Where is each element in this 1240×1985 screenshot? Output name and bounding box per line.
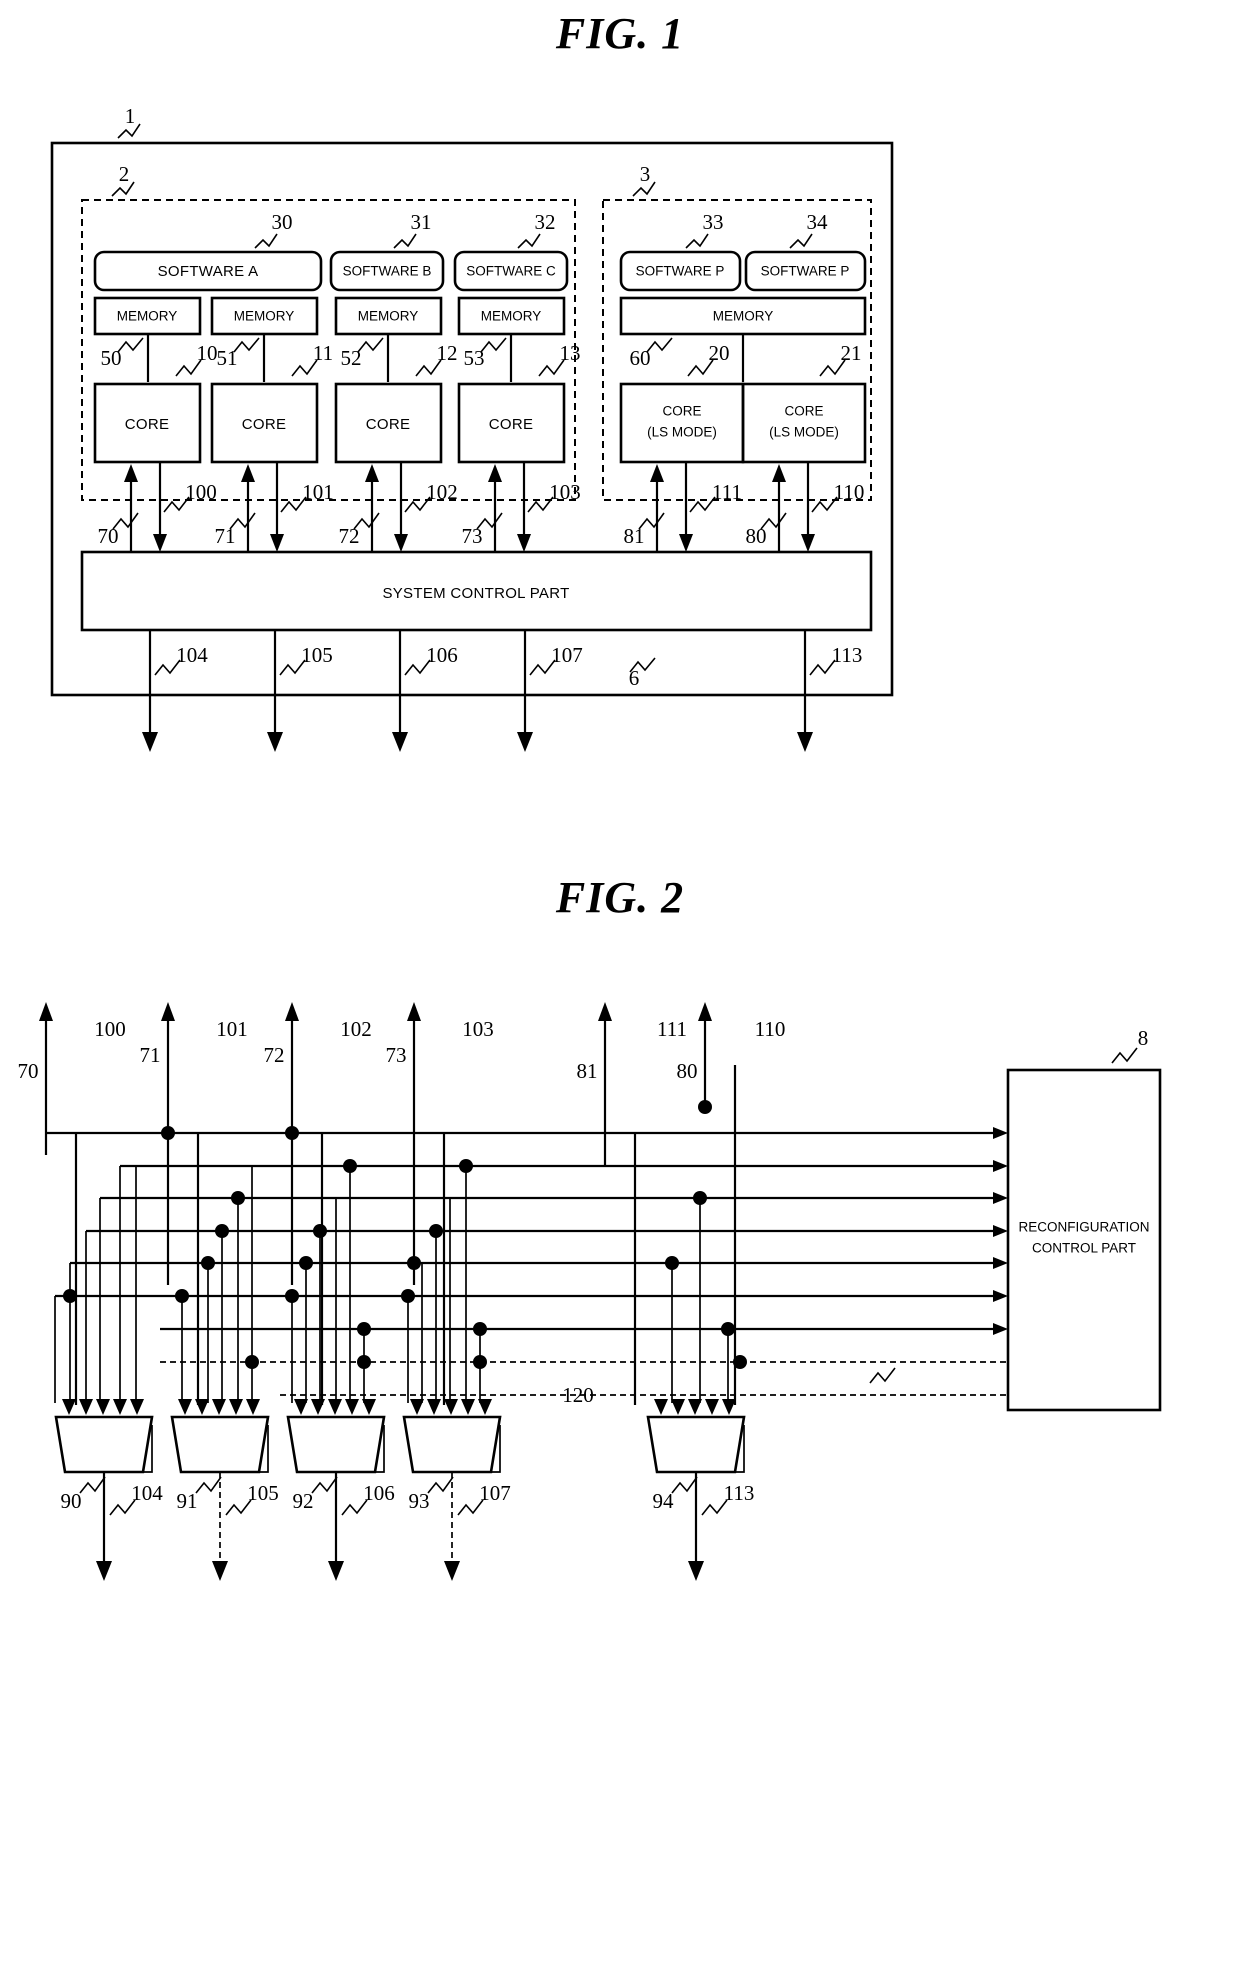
ref-20: 20: [709, 341, 730, 365]
memory-51-label: MEMORY: [234, 309, 295, 324]
core-12-label: CORE: [366, 416, 411, 433]
core-20-label: CORE: [662, 404, 701, 419]
ref-120: 120: [562, 1383, 594, 1407]
fig2-ref-72: 72: [264, 1043, 285, 1067]
core-21-label: CORE: [784, 404, 823, 419]
ref-70: 70: [98, 524, 119, 548]
fig2-ref-105: 105: [247, 1481, 279, 1505]
ref-106: 106: [426, 643, 458, 667]
ref-101: 101: [302, 480, 334, 504]
core-20-box: [619, 382, 745, 464]
software-a-label: SOFTWARE A: [158, 263, 259, 280]
ref-51: 51: [217, 346, 238, 370]
fig2-ref-104: 104: [131, 1481, 163, 1505]
fig2-ref-106: 106: [363, 1481, 395, 1505]
ref-32: 32: [535, 210, 556, 234]
ref-52: 52: [341, 346, 362, 370]
ref-2: 2: [119, 162, 130, 186]
fig2-ref-73: 73: [386, 1043, 407, 1067]
software-b-label: SOFTWARE B: [343, 264, 432, 279]
fig2-ref-100: 100: [94, 1017, 126, 1041]
core-13-label: CORE: [489, 416, 534, 433]
ref-107: 107: [551, 643, 583, 667]
chip-boundary: [50, 141, 894, 697]
ref-110: 110: [834, 480, 865, 504]
ref-8: 8: [1138, 1026, 1149, 1050]
fig2-drawing: 8 RECONFIGURATION CONTROL PART 70 71 72 …: [18, 1002, 1162, 1581]
memory-53-label: MEMORY: [481, 309, 542, 324]
memory-60-label: MEMORY: [713, 309, 774, 324]
fig2-ref-70: 70: [18, 1059, 39, 1083]
fig1-output-buses: [142, 630, 813, 752]
reconfiguration-label-2: CONTROL PART: [1032, 1241, 1136, 1256]
ref-72: 72: [339, 524, 360, 548]
fig2-feed-lines: [46, 1127, 1008, 1396]
ref-73: 73: [462, 524, 483, 548]
fig2-ref-101: 101: [216, 1017, 248, 1041]
ref-6: 6: [629, 666, 640, 690]
ref-100: 100: [185, 480, 217, 504]
fig2-multiplexers: [54, 1415, 746, 1474]
software-p2-label: SOFTWARE P: [761, 264, 850, 279]
core-11-label: CORE: [242, 416, 287, 433]
ref-94: 94: [653, 1489, 675, 1513]
fig2-ref-80: 80: [677, 1059, 698, 1083]
ref-71: 71: [215, 524, 236, 548]
fig2-ref-111: 111: [657, 1017, 687, 1041]
system-control-label: SYSTEM CONTROL PART: [382, 585, 569, 602]
memory-50-label: MEMORY: [117, 309, 178, 324]
ref-92: 92: [293, 1489, 314, 1513]
ref-3: 3: [640, 162, 651, 186]
ref-10: 10: [197, 341, 218, 365]
ref-34: 34: [807, 210, 829, 234]
fig2-ref-71: 71: [140, 1043, 161, 1067]
ref-113: 113: [832, 643, 863, 667]
fig2-drop-lines: [54, 1166, 729, 1403]
core-21-box: [741, 382, 867, 464]
core-20-sub: (LS MODE): [647, 425, 717, 440]
ref-60: 60: [630, 346, 651, 370]
fig2-ref-107: 107: [479, 1481, 511, 1505]
ref-105: 105: [301, 643, 333, 667]
ref-33: 33: [703, 210, 724, 234]
ref-31: 31: [411, 210, 432, 234]
fig2-ref-81: 81: [577, 1059, 598, 1083]
ref-93: 93: [409, 1489, 430, 1513]
ref-103: 103: [549, 480, 581, 504]
software-c-label: SOFTWARE C: [466, 264, 556, 279]
ref-111: 111: [712, 480, 742, 504]
fig2-ref-110: 110: [755, 1017, 786, 1041]
ref-1: 1: [125, 104, 136, 128]
ref-81: 81: [624, 524, 645, 548]
ref-91: 91: [177, 1489, 198, 1513]
fig1-drawing: 1 2 3 30 31 32 33 34 SOFTWARE A SOFTWARE…: [50, 104, 894, 752]
ref-13: 13: [560, 341, 581, 365]
memory-52-label: MEMORY: [358, 309, 419, 324]
core-21-sub: (LS MODE): [769, 425, 839, 440]
ref-12: 12: [437, 341, 458, 365]
fig2-title: FIG. 2: [555, 873, 685, 922]
reconfiguration-label-1: RECONFIGURATION: [1019, 1220, 1150, 1235]
fig2-ref-102: 102: [340, 1017, 372, 1041]
ref-90: 90: [61, 1489, 82, 1513]
ref-53: 53: [464, 346, 485, 370]
ref-11: 11: [313, 341, 333, 365]
software-p1-label: SOFTWARE P: [636, 264, 725, 279]
fig2-ref-113: 113: [724, 1481, 755, 1505]
ref-80: 80: [746, 524, 767, 548]
ref-104: 104: [176, 643, 208, 667]
core-10-label: CORE: [125, 416, 170, 433]
ref-30: 30: [272, 210, 293, 234]
ref-50: 50: [101, 346, 122, 370]
ref-21: 21: [841, 341, 862, 365]
fig2-ref-103: 103: [462, 1017, 494, 1041]
ref-102: 102: [426, 480, 458, 504]
